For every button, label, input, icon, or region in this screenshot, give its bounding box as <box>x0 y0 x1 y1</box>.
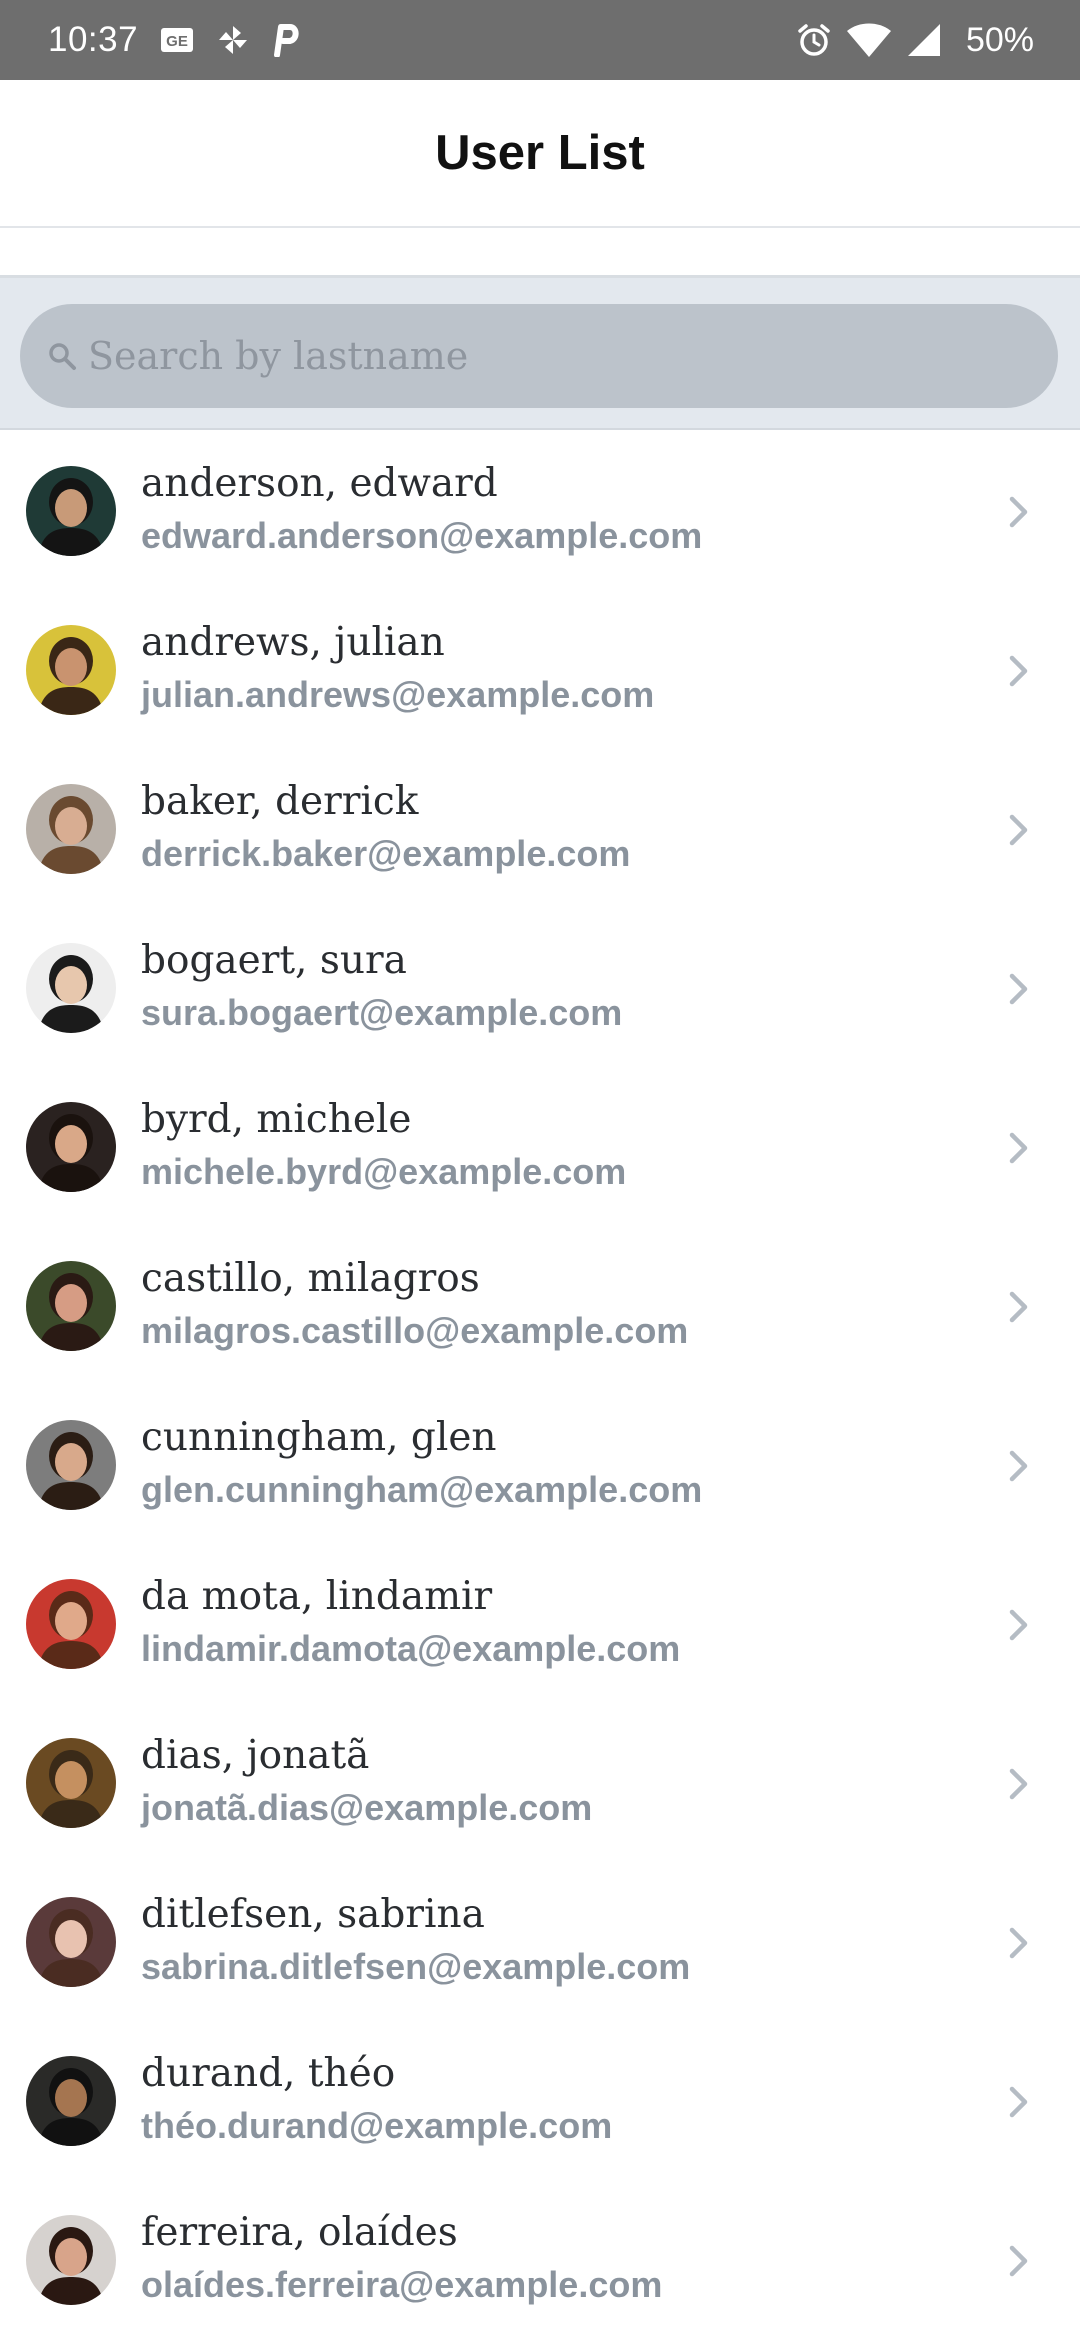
app-header: User List <box>0 80 1080 228</box>
page-title: User List <box>435 126 645 180</box>
cell-signal-icon <box>906 22 942 58</box>
user-list-item[interactable]: andrews, julian julian.andrews@example.c… <box>0 591 1080 750</box>
user-name: byrd, michele <box>141 1097 412 1142</box>
user-avatar <box>26 2056 116 2146</box>
search-input[interactable] <box>86 325 990 387</box>
user-email: milagros.castillo@example.com <box>141 1310 689 1351</box>
chevron-right-icon <box>1006 494 1032 530</box>
status-time: 10:37 <box>48 20 139 59</box>
pinwheel-icon <box>216 23 250 57</box>
user-list-item[interactable]: cunningham, glen glen.cunningham@example… <box>0 1386 1080 1545</box>
user-list-item[interactable]: baker, derrick derrick.baker@example.com <box>0 750 1080 909</box>
user-list-item[interactable]: castillo, milagros milagros.castillo@exa… <box>0 1227 1080 1386</box>
chevron-right-icon <box>1006 812 1032 848</box>
user-avatar <box>26 1102 116 1192</box>
user-email: jonatã.dias@example.com <box>141 1787 593 1828</box>
user-email: sabrina.ditlefsen@example.com <box>141 1946 691 1987</box>
status-system-icons: 50% <box>796 21 1034 60</box>
user-avatar <box>26 1420 116 1510</box>
alarm-icon <box>796 22 832 58</box>
user-list-item[interactable]: bogaert, sura sura.bogaert@example.com <box>0 909 1080 1068</box>
user-name: andrews, julian <box>141 620 445 665</box>
chevron-right-icon <box>1006 1607 1032 1643</box>
user-name: dias, jonatã <box>141 1733 370 1778</box>
user-list-item[interactable]: da mota, lindamir lindamir.damota@exampl… <box>0 1545 1080 1704</box>
user-name: da mota, lindamir <box>141 1574 493 1619</box>
user-name: ditlefsen, sabrina <box>141 1892 485 1937</box>
user-email: edward.anderson@example.com <box>141 515 703 556</box>
user-text: cunningham, glen glen.cunningham@example… <box>141 1410 702 1512</box>
user-email: michele.byrd@example.com <box>141 1151 627 1192</box>
svg-text:GE: GE <box>166 33 188 50</box>
user-text: castillo, milagros milagros.castillo@exa… <box>141 1251 688 1353</box>
chevron-right-icon <box>1006 1130 1032 1166</box>
user-avatar <box>26 784 116 874</box>
user-list-item[interactable]: durand, théo théo.durand@example.com <box>0 2022 1080 2181</box>
user-avatar <box>26 1579 116 1669</box>
battery-percentage: 50% <box>965 20 1034 59</box>
user-avatar <box>26 943 116 1033</box>
user-avatar <box>26 1738 116 1828</box>
status-notification-icons: GE <box>160 23 300 57</box>
search-bar-container <box>0 278 1080 430</box>
user-name: anderson, edward <box>141 461 498 506</box>
user-text: bogaert, sura sura.bogaert@example.com <box>141 933 622 1035</box>
header-spacer <box>0 228 1080 278</box>
status-bar: 10:37 GE 50% <box>0 0 1080 80</box>
user-name: ferreira, olaídes <box>141 2210 458 2255</box>
user-text: andrews, julian julian.andrews@example.c… <box>141 615 654 717</box>
user-text: anderson, edward edward.anderson@example… <box>141 456 702 558</box>
user-email: glen.cunningham@example.com <box>141 1469 703 1510</box>
user-text: da mota, lindamir lindamir.damota@exampl… <box>141 1569 680 1671</box>
user-name: baker, derrick <box>141 779 419 824</box>
user-email: olaídes.ferreira@example.com <box>141 2264 663 2305</box>
search-icon <box>44 338 80 374</box>
user-list-item[interactable]: dias, jonatã jonatã.dias@example.com <box>0 1704 1080 1863</box>
user-name: bogaert, sura <box>141 938 407 983</box>
user-avatar <box>26 2215 116 2305</box>
chevron-right-icon <box>1006 2084 1032 2120</box>
user-list-item[interactable]: ditlefsen, sabrina sabrina.ditlefsen@exa… <box>0 1863 1080 2022</box>
user-avatar <box>26 1261 116 1351</box>
user-email: lindamir.damota@example.com <box>141 1628 681 1669</box>
chevron-right-icon <box>1006 1448 1032 1484</box>
user-name: durand, théo <box>141 2051 396 2096</box>
user-avatar <box>26 1897 116 1987</box>
parking-icon <box>272 23 300 57</box>
user-list-item[interactable]: byrd, michele michele.byrd@example.com <box>0 1068 1080 1227</box>
user-email: derrick.baker@example.com <box>141 833 631 874</box>
user-text: ditlefsen, sabrina sabrina.ditlefsen@exa… <box>141 1887 690 1989</box>
chevron-right-icon <box>1006 1289 1032 1325</box>
user-text: durand, théo théo.durand@example.com <box>141 2046 612 2148</box>
chevron-right-icon <box>1006 1925 1032 1961</box>
user-email: sura.bogaert@example.com <box>141 992 623 1033</box>
gmail-icon: GE <box>160 27 194 53</box>
chevron-right-icon <box>1006 2243 1032 2279</box>
chevron-right-icon <box>1006 1766 1032 1802</box>
user-text: byrd, michele michele.byrd@example.com <box>141 1092 626 1194</box>
chevron-right-icon <box>1006 971 1032 1007</box>
user-text: baker, derrick derrick.baker@example.com <box>141 774 630 876</box>
wifi-icon <box>846 22 892 58</box>
user-email: julian.andrews@example.com <box>141 674 655 715</box>
user-name: castillo, milagros <box>141 1256 480 1301</box>
chevron-right-icon <box>1006 653 1032 689</box>
user-list-item[interactable]: anderson, edward edward.anderson@example… <box>0 432 1080 591</box>
user-text: dias, jonatã jonatã.dias@example.com <box>141 1728 592 1830</box>
search-field[interactable] <box>20 304 1058 408</box>
user-name: cunningham, glen <box>141 1415 497 1460</box>
user-email: théo.durand@example.com <box>141 2105 613 2146</box>
user-avatar <box>26 466 116 556</box>
user-avatar <box>26 625 116 715</box>
user-text: ferreira, olaídes olaídes.ferreira@examp… <box>141 2205 662 2307</box>
user-list: anderson, edward edward.anderson@example… <box>0 432 1080 2340</box>
user-list-item[interactable]: ferreira, olaídes olaídes.ferreira@examp… <box>0 2181 1080 2340</box>
